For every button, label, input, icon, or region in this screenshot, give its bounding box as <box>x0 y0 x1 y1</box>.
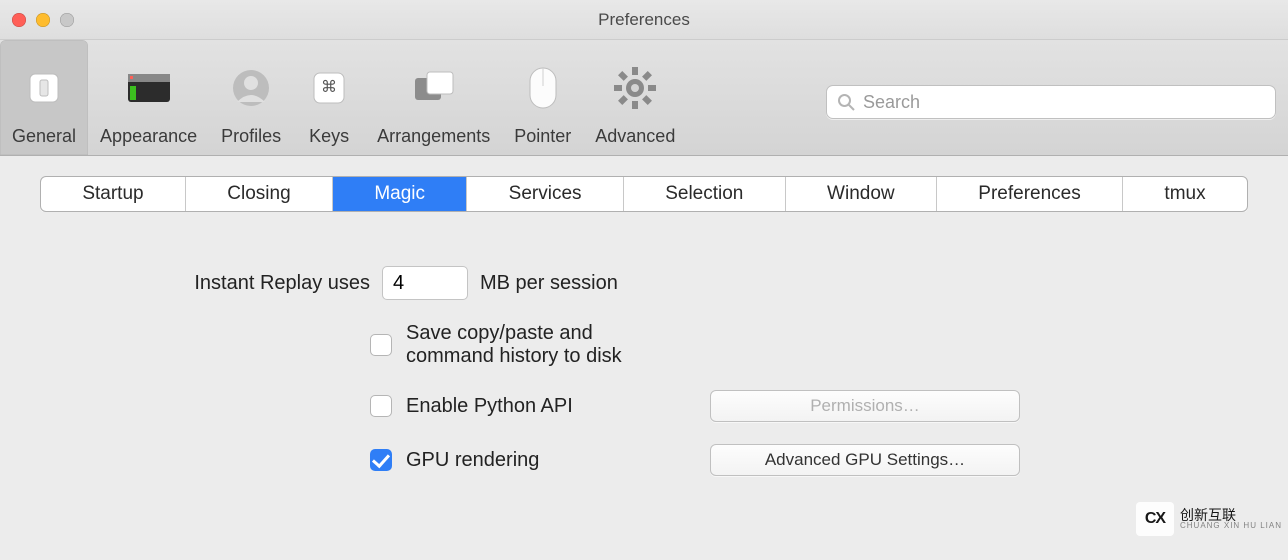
toolbar-label: Profiles <box>221 126 281 147</box>
general-icon <box>20 64 68 112</box>
tab-tmux[interactable]: tmux <box>1123 177 1247 211</box>
instant-replay-label: Instant Replay uses <box>194 272 370 294</box>
search-input[interactable] <box>863 92 1265 113</box>
gear-icon <box>611 64 659 112</box>
toolbar-item-appearance[interactable]: Appearance <box>88 40 209 155</box>
toolbar-label: General <box>12 126 76 147</box>
pointer-icon <box>519 64 567 112</box>
window-titlebar: Preferences <box>0 0 1288 40</box>
save-history-checkbox[interactable] <box>370 334 392 356</box>
toolbar-label: Pointer <box>514 126 571 147</box>
instant-replay-input[interactable] <box>382 266 468 300</box>
minimize-icon[interactable] <box>36 13 50 27</box>
tab-closing[interactable]: Closing <box>186 177 333 211</box>
window-title: Preferences <box>0 10 1288 30</box>
subtab-bar: Startup Closing Magic Services Selection… <box>40 176 1248 212</box>
watermark-logo: CX <box>1136 502 1174 536</box>
magic-panel: Instant Replay uses MB per session Save … <box>40 212 1248 520</box>
tab-label: Services <box>509 183 582 205</box>
close-icon[interactable] <box>12 13 26 27</box>
toolbar-item-profiles[interactable]: Profiles <box>209 40 293 155</box>
search-icon <box>837 93 855 111</box>
save-history-label: Save copy/paste and command history to d… <box>406 322 670 368</box>
watermark: CX 创新互联 CHUANG XIN HU LIAN <box>1136 502 1282 536</box>
toolbar-label: Advanced <box>595 126 675 147</box>
arrangements-icon <box>410 64 458 112</box>
toolbar-item-advanced[interactable]: Advanced <box>583 40 687 155</box>
maximize-icon <box>60 13 74 27</box>
watermark-text: 创新互联 CHUANG XIN HU LIAN <box>1180 508 1282 530</box>
toolbar-item-keys[interactable]: ⌘ Keys <box>293 40 365 155</box>
tab-label: Preferences <box>978 183 1080 205</box>
tab-label: Closing <box>227 183 290 205</box>
tab-startup[interactable]: Startup <box>41 177 186 211</box>
tab-label: Window <box>827 183 895 205</box>
instant-replay-suffix: MB per session <box>480 272 618 295</box>
tab-label: Startup <box>82 183 143 205</box>
tab-magic[interactable]: Magic <box>333 177 467 211</box>
toolbar-item-pointer[interactable]: Pointer <box>502 40 583 155</box>
keys-icon: ⌘ <box>305 64 353 112</box>
advanced-gpu-settings-button[interactable]: Advanced GPU Settings… <box>710 444 1020 476</box>
tab-label: Magic <box>374 183 425 205</box>
tab-services[interactable]: Services <box>467 177 624 211</box>
preferences-toolbar: General Appearance Profiles ⌘ Keys Arran… <box>0 40 1288 156</box>
tab-window[interactable]: Window <box>786 177 937 211</box>
tab-label: Selection <box>665 183 743 205</box>
permissions-button[interactable]: Permissions… <box>710 390 1020 422</box>
toolbar-item-general[interactable]: General <box>0 40 88 155</box>
general-panel: Startup Closing Magic Services Selection… <box>0 156 1288 560</box>
enable-python-api-label: Enable Python API <box>406 395 573 418</box>
toolbar-item-arrangements[interactable]: Arrangements <box>365 40 502 155</box>
tab-label: tmux <box>1164 183 1205 205</box>
window-controls <box>12 13 74 27</box>
appearance-icon <box>125 64 173 112</box>
toolbar-label: Appearance <box>100 126 197 147</box>
gpu-rendering-label: GPU rendering <box>406 449 539 472</box>
enable-python-api-checkbox[interactable] <box>370 395 392 417</box>
tab-preferences[interactable]: Preferences <box>937 177 1123 211</box>
profiles-icon <box>227 64 275 112</box>
toolbar-label: Arrangements <box>377 126 490 147</box>
svg-text:⌘: ⌘ <box>321 79 337 96</box>
toolbar-search[interactable] <box>826 85 1276 119</box>
gpu-rendering-checkbox[interactable] <box>370 449 392 471</box>
toolbar-label: Keys <box>309 126 349 147</box>
tab-selection[interactable]: Selection <box>624 177 786 211</box>
